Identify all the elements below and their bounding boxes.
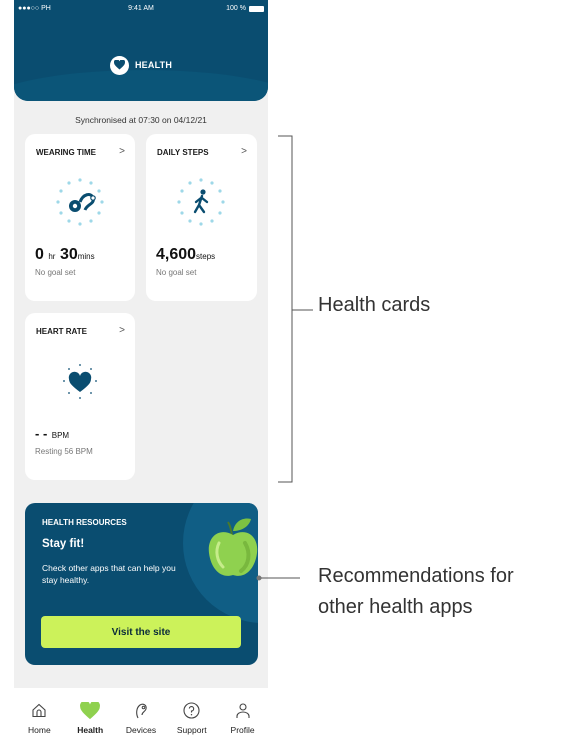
steps-value-group: 4,600steps	[156, 246, 215, 264]
card-title: DAILY STEPS	[157, 148, 209, 157]
green-apple-image	[208, 518, 258, 576]
heart-rate-card[interactable]: HEART RATE > - - BPM Resting 56 BPM	[25, 313, 135, 480]
banner-title: Stay fit!	[42, 538, 85, 550]
tab-health[interactable]: Health	[65, 688, 116, 747]
visit-site-button[interactable]: Visit the site	[41, 616, 241, 648]
steps-unit: steps	[196, 252, 216, 261]
annotation-lines	[256, 135, 313, 581]
annotation-recommendations-line1: Recommendations for	[318, 565, 514, 587]
wearing-time-card[interactable]: WEARING TIME > 0 hr 30mins No goal set	[25, 134, 135, 301]
bottom-tab-bar: Home Health Devices Support Profile	[14, 688, 268, 747]
heart-icon	[109, 55, 129, 75]
hours-value: 0	[35, 246, 44, 263]
tab-label: Home	[28, 725, 51, 735]
tab-support[interactable]: Support	[166, 688, 217, 747]
heart-rate-value-group: - - BPM	[35, 425, 69, 443]
hours-unit: hr	[48, 252, 56, 261]
battery-percent: 100 %	[226, 5, 246, 12]
heart-rate-value: - -	[35, 426, 48, 441]
tab-label: Support	[176, 725, 207, 735]
tab-profile[interactable]: Profile	[217, 688, 268, 747]
sync-status: Synchronised at 07:30 on 04/12/21	[75, 115, 207, 125]
tab-devices[interactable]: Devices	[116, 688, 167, 747]
walking-person-icon	[177, 178, 225, 226]
app-header: ●●●○○ PH 9:41 AM 100 % HEALTH	[14, 0, 268, 101]
annotation-health-cards: Health cards	[318, 294, 431, 316]
status-bar: ●●●○○ PH 9:41 AM 100 %	[14, 5, 268, 19]
tab-label: Profile	[230, 725, 255, 735]
heart-icon	[63, 364, 97, 399]
annotation-recommendations-line2: other health apps	[318, 596, 473, 618]
daily-steps-card[interactable]: DAILY STEPS > 4,600steps No goal set	[146, 134, 257, 301]
phone-screen: ●●●○○ PH 9:41 AM 100 % HEALTH Synchronis…	[14, 0, 268, 747]
tab-home[interactable]: Home	[14, 688, 65, 747]
heart-rate-unit: BPM	[51, 431, 70, 440]
card-title: WEARING TIME	[36, 148, 96, 157]
health-resources-banner: HEALTH RESOURCES Stay fit! Check other a…	[25, 503, 258, 665]
chevron-right-icon: >	[241, 146, 247, 157]
minutes-unit: mins	[77, 252, 95, 261]
battery-icon	[249, 6, 264, 12]
home-icon	[14, 702, 65, 720]
wearing-time-value: 0 hr 30mins	[35, 246, 95, 264]
minutes-value: 30	[59, 246, 78, 263]
steps-value: 4,600	[156, 246, 197, 263]
tab-label: Devices	[125, 725, 157, 735]
heart-icon	[65, 702, 116, 720]
resting-heart-rate: Resting 56 BPM	[35, 447, 93, 456]
person-icon	[217, 702, 268, 720]
chevron-right-icon: >	[119, 146, 125, 157]
page-title: HEALTH	[134, 60, 173, 70]
banner-description: Check other apps that can help you stay …	[42, 563, 176, 585]
question-icon	[166, 702, 217, 720]
page-title-group: HEALTH	[14, 55, 268, 75]
section-label: HEALTH RESOURCES	[42, 518, 127, 527]
hearing-aid-icon	[116, 702, 167, 720]
hearing-aid-icon	[56, 178, 104, 226]
chevron-right-icon: >	[119, 325, 125, 336]
goal-status: No goal set	[35, 268, 76, 277]
card-title: HEART RATE	[36, 327, 87, 336]
goal-status: No goal set	[156, 268, 197, 277]
tab-label: Health	[77, 725, 104, 735]
